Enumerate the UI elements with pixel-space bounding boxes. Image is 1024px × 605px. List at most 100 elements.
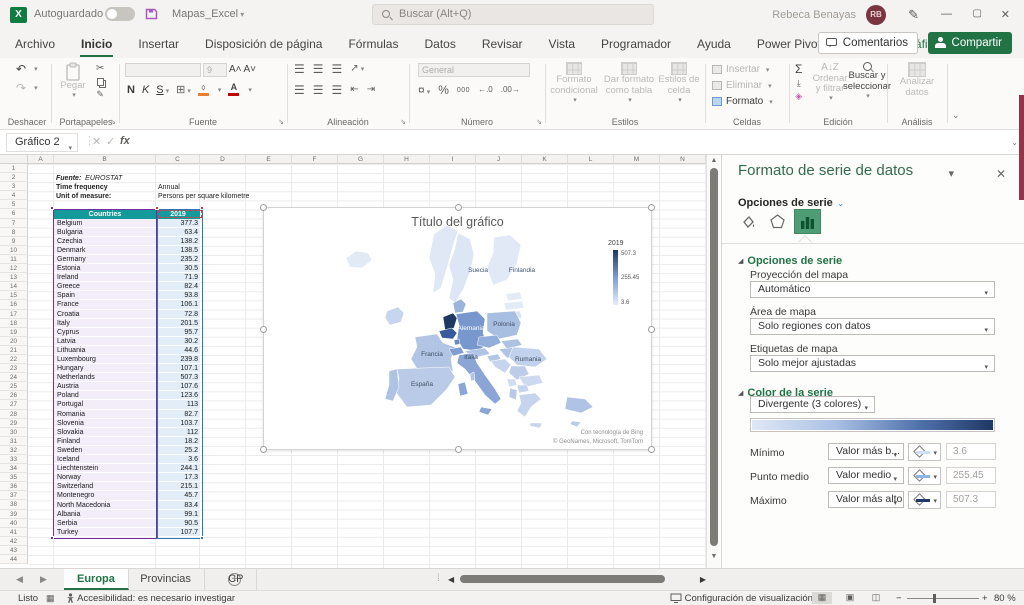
font-size-select[interactable]: 9 bbox=[203, 63, 227, 77]
table-row[interactable]: Finland18.2 bbox=[54, 437, 202, 446]
value-cell[interactable]: 95.7 bbox=[156, 328, 200, 337]
table-row[interactable]: Portugal113 bbox=[54, 400, 202, 409]
row-header-12[interactable]: 12 bbox=[0, 264, 28, 273]
table-row[interactable]: Ireland71.9 bbox=[54, 273, 202, 282]
chart-resize-handle[interactable] bbox=[648, 446, 655, 453]
table-row[interactable]: Luxembourg239.8 bbox=[54, 355, 202, 364]
cell-b3[interactable]: Time frequency bbox=[56, 183, 108, 192]
zoom-in-icon[interactable]: + bbox=[982, 593, 988, 604]
cancel-entry-icon[interactable]: ✕ bbox=[92, 135, 101, 148]
map-country-cyprus[interactable] bbox=[570, 421, 581, 427]
row-header-22[interactable]: 22 bbox=[0, 355, 28, 364]
ribbon-tab-datos[interactable]: Datos bbox=[423, 37, 456, 51]
italic-button[interactable]: K bbox=[142, 84, 149, 96]
grow-font-icon[interactable]: A˄ bbox=[229, 65, 242, 75]
map-country-north-macedonia[interactable] bbox=[517, 385, 529, 393]
sheet-tab-provincias[interactable]: Provincias bbox=[127, 569, 205, 590]
column-header-M[interactable]: M bbox=[614, 155, 660, 164]
selection-handle[interactable] bbox=[155, 206, 159, 210]
map-country-finland[interactable] bbox=[487, 235, 521, 285]
redo-icon[interactable]: ↷ bbox=[16, 82, 26, 94]
row-header-41[interactable]: 41 bbox=[0, 528, 28, 537]
table-row[interactable]: Greece82.4 bbox=[54, 282, 202, 291]
column-header-H[interactable]: H bbox=[384, 155, 430, 164]
pane-collapse-icon[interactable]: ▾ bbox=[948, 167, 954, 180]
minimize-button[interactable]: — bbox=[941, 8, 952, 20]
effects-tab[interactable] bbox=[764, 209, 791, 234]
row-header-1[interactable]: 1 bbox=[0, 164, 28, 173]
zoom-slider[interactable] bbox=[907, 598, 979, 599]
table-row[interactable]: Belgium377.3 bbox=[54, 219, 202, 228]
country-cell[interactable]: Latvia bbox=[54, 337, 156, 346]
share-button[interactable]: Compartir bbox=[928, 32, 1012, 54]
value-cell[interactable]: 107.1 bbox=[156, 364, 200, 373]
chart-resize-handle[interactable] bbox=[455, 446, 462, 453]
country-cell[interactable]: Italy bbox=[54, 319, 156, 328]
column-header-L[interactable]: L bbox=[568, 155, 614, 164]
row-header-21[interactable]: 21 bbox=[0, 346, 28, 355]
insert-function-icon[interactable]: fx bbox=[120, 135, 130, 147]
map-country-belgium[interactable] bbox=[439, 328, 457, 339]
map-country-iceland[interactable] bbox=[346, 251, 372, 268]
row-header-16[interactable]: 16 bbox=[0, 300, 28, 309]
formula-input[interactable] bbox=[134, 130, 1008, 154]
user-name[interactable]: Rebeca Benayas bbox=[772, 9, 856, 21]
select-all-corner[interactable] bbox=[0, 155, 28, 164]
value-cell[interactable]: 107.6 bbox=[156, 382, 200, 391]
column-header-K[interactable]: K bbox=[522, 155, 568, 164]
vertical-scrollbar[interactable]: ▲ ▼ bbox=[706, 155, 720, 568]
inking-icon[interactable]: ✎ bbox=[908, 7, 919, 23]
next-sheet-icon[interactable]: ▶ bbox=[40, 574, 47, 585]
horizontal-scroll-thumb[interactable] bbox=[460, 575, 665, 583]
row-header-37[interactable]: 37 bbox=[0, 491, 28, 500]
row-header-19[interactable]: 19 bbox=[0, 328, 28, 337]
ribbon-tab-inicio[interactable]: Inicio bbox=[80, 37, 113, 51]
header-2019[interactable]: 2019 bbox=[156, 210, 200, 219]
row-header-8[interactable]: 8 bbox=[0, 228, 28, 237]
country-cell[interactable]: Czechia bbox=[54, 237, 156, 246]
row-header-20[interactable]: 20 bbox=[0, 337, 28, 346]
value-cell[interactable]: 112 bbox=[156, 428, 200, 437]
country-cell[interactable]: Poland bbox=[54, 391, 156, 400]
copy-icon[interactable] bbox=[97, 78, 104, 86]
row-header-15[interactable]: 15 bbox=[0, 291, 28, 300]
avatar[interactable]: RB bbox=[866, 5, 886, 25]
country-cell[interactable]: Switzerland bbox=[54, 482, 156, 491]
alignment-dialog-launcher[interactable]: ⇘ bbox=[400, 118, 406, 126]
table-row[interactable]: Estonia30.5 bbox=[54, 264, 202, 273]
ribbon-tab-archivo[interactable]: Archivo bbox=[14, 37, 56, 51]
paste-button[interactable]: Pegar▾ bbox=[56, 62, 90, 100]
delete-cells-button[interactable]: Eliminar▾ bbox=[712, 78, 772, 93]
row-header-31[interactable]: 31 bbox=[0, 437, 28, 446]
table-row[interactable]: Sweden25.2 bbox=[54, 446, 202, 455]
row-header-25[interactable]: 25 bbox=[0, 382, 28, 391]
cell-b4[interactable]: Unit of measure: bbox=[56, 192, 111, 201]
table-row[interactable]: Slovenia103.7 bbox=[54, 419, 202, 428]
header-countries[interactable]: Countries bbox=[54, 210, 156, 219]
value-cell[interactable]: 99.1 bbox=[156, 510, 200, 519]
country-cell[interactable]: Liechtenstein bbox=[54, 464, 156, 473]
row-header-27[interactable]: 27 bbox=[0, 400, 28, 409]
ribbon-tab-f-rmulas[interactable]: Fórmulas bbox=[347, 37, 399, 51]
table-row[interactable]: Croatia72.8 bbox=[54, 310, 202, 319]
page-layout-view-icon[interactable]: ▣ bbox=[840, 592, 860, 604]
ribbon-tab-ayuda[interactable]: Ayuda bbox=[696, 37, 732, 51]
selection-handle[interactable] bbox=[200, 206, 204, 210]
ribbon-tab-insertar[interactable]: Insertar bbox=[137, 37, 180, 51]
value-cell[interactable]: 107.7 bbox=[156, 528, 200, 537]
value-cell[interactable]: 93.8 bbox=[156, 291, 200, 300]
format-cells-button[interactable]: Formato▾ bbox=[712, 94, 773, 109]
country-cell[interactable]: Cyprus bbox=[54, 328, 156, 337]
macro-record-icon[interactable]: ▦ bbox=[46, 593, 55, 604]
row-header-2[interactable]: 2 bbox=[0, 173, 28, 182]
scroll-left-icon[interactable]: ◀ bbox=[448, 575, 454, 584]
value-cell[interactable]: 138.2 bbox=[156, 237, 200, 246]
midpoint-color-button[interactable] bbox=[908, 467, 941, 485]
increase-indent-icon[interactable]: ⇥ bbox=[367, 85, 375, 95]
table-row[interactable]: Poland123.6 bbox=[54, 391, 202, 400]
column-header-N[interactable]: N bbox=[660, 155, 706, 164]
number-dialog-launcher[interactable]: ⇘ bbox=[536, 118, 542, 126]
country-cell[interactable]: Spain bbox=[54, 291, 156, 300]
value-cell[interactable]: 83.4 bbox=[156, 501, 200, 510]
table-row[interactable]: North Macedonia83.4 bbox=[54, 501, 202, 510]
